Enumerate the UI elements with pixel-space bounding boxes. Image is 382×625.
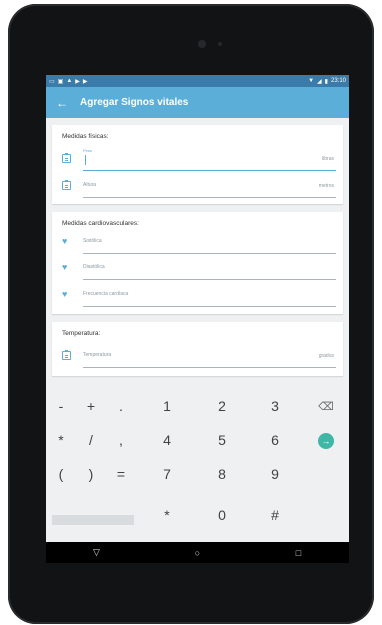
heart-icon: ♥ xyxy=(62,236,68,246)
camera-icon xyxy=(198,40,206,48)
play-icon: ▶ xyxy=(82,78,88,85)
key-slash[interactable]: / xyxy=(76,425,106,455)
nav-home-icon[interactable]: ○ xyxy=(178,548,218,558)
key-2[interactable]: 2 xyxy=(207,391,237,421)
page-title: Agregar Signos vitales xyxy=(80,97,189,108)
clipboard-icon xyxy=(62,153,71,163)
status-right: ▼ ◢ ▮ 23:10 xyxy=(308,78,346,85)
diastolic-field[interactable]: ♥ Diastólica xyxy=(62,260,336,280)
systolic-field[interactable]: ♥ Sistólica xyxy=(62,234,336,254)
key-star[interactable]: * xyxy=(152,500,182,530)
height-placeholder: Altura xyxy=(83,182,97,188)
key-7[interactable]: 7 xyxy=(152,459,182,489)
next-arrow-icon[interactable]: → xyxy=(318,433,334,449)
nav-recents-icon[interactable]: □ xyxy=(279,548,319,558)
key-comma[interactable]: , xyxy=(106,425,136,455)
weight-underline xyxy=(83,170,336,171)
screen: ▭ ▣ ▲ ▶ ▶ ▼ ◢ ▮ 23:10 ← Agregar Signos v… xyxy=(46,75,349,563)
notification-icon: ▭ xyxy=(49,78,55,85)
heart-icon: ♥ xyxy=(62,262,68,272)
systolic-placeholder: Sistólica xyxy=(83,238,102,244)
weight-label: Peso xyxy=(83,148,93,153)
app-bar: ← Agregar Signos vitales xyxy=(46,87,349,118)
sensor-icon xyxy=(218,42,222,46)
status-left: ▭ ▣ ▲ ▶ ▶ xyxy=(49,78,88,85)
key-0[interactable]: 0 xyxy=(207,500,237,530)
diastolic-placeholder: Diastólica xyxy=(83,264,105,270)
key-3[interactable]: 3 xyxy=(260,391,290,421)
backspace-icon[interactable]: ⌫ xyxy=(311,391,341,421)
nav-back-icon[interactable]: ▽ xyxy=(77,547,117,558)
wifi-icon: ▼ xyxy=(308,78,315,84)
image-icon: ▣ xyxy=(57,78,64,85)
weight-unit: libras xyxy=(322,156,334,162)
key-open-paren[interactable]: ( xyxy=(46,459,76,489)
key-plus[interactable]: + xyxy=(76,391,106,421)
physical-measures-title: Medidas físicas: xyxy=(62,133,109,140)
temperature-field[interactable]: Temperatura grados xyxy=(62,348,336,368)
numeric-keyboard: - + . 1 2 3 ⌫ * / , 4 5 6 → ( ) = 7 8 9 … xyxy=(46,387,349,542)
key-8[interactable]: 8 xyxy=(207,459,237,489)
heart-rate-field[interactable]: ♥ Frecuencia cardíaca xyxy=(62,287,336,307)
key-6[interactable]: 6 xyxy=(260,425,290,455)
temperature-placeholder: Temperatura xyxy=(83,352,112,358)
key-9[interactable]: 9 xyxy=(260,459,290,489)
key-asterisk[interactable]: * xyxy=(46,425,76,455)
cardio-measures-card: Medidas cardiovasculares: ♥ Sistólica ♥ … xyxy=(52,212,343,314)
temperature-underline xyxy=(83,367,336,368)
physical-measures-card: Medidas físicas: Peso libras Altura metr… xyxy=(52,125,343,204)
status-time: 23:10 xyxy=(330,78,346,84)
diastolic-underline xyxy=(83,279,336,280)
heart-rate-underline xyxy=(83,306,336,307)
key-4[interactable]: 4 xyxy=(152,425,182,455)
text-cursor xyxy=(85,155,86,165)
space-key[interactable] xyxy=(52,515,134,525)
navigation-bar: ▽ ○ □ xyxy=(46,542,349,563)
key-equals[interactable]: = xyxy=(106,459,136,489)
clipboard-icon xyxy=(62,180,71,190)
height-unit: metros xyxy=(318,183,334,189)
cardio-measures-title: Medidas cardiovasculares: xyxy=(62,220,139,227)
temperature-unit: grados xyxy=(318,353,334,359)
heart-rate-placeholder: Frecuencia cardíaca xyxy=(83,291,129,297)
heart-icon: ♥ xyxy=(62,289,68,299)
key-period[interactable]: . xyxy=(106,391,136,421)
temperature-card: Temperatura: Temperatura grados xyxy=(52,322,343,376)
temperature-title: Temperatura: xyxy=(62,330,101,337)
signal-icon: ◢ xyxy=(317,78,322,85)
key-5[interactable]: 5 xyxy=(207,425,237,455)
key-hash[interactable]: # xyxy=(260,500,290,530)
play-icon: ▶ xyxy=(75,78,80,85)
status-bar: ▭ ▣ ▲ ▶ ▶ ▼ ◢ ▮ 23:10 xyxy=(46,75,349,87)
height-underline xyxy=(83,197,336,198)
systolic-underline xyxy=(83,253,336,254)
back-arrow-icon[interactable]: ← xyxy=(56,96,74,110)
weight-field[interactable]: Peso libras xyxy=(62,148,336,171)
clipboard-icon xyxy=(62,350,71,360)
key-1[interactable]: 1 xyxy=(152,391,182,421)
height-field[interactable]: Altura metros xyxy=(62,178,336,198)
key-close-paren[interactable]: ) xyxy=(76,459,106,489)
key-minus[interactable]: - xyxy=(46,391,76,421)
lock-icon: ▲ xyxy=(66,78,73,84)
battery-icon: ▮ xyxy=(324,78,328,85)
